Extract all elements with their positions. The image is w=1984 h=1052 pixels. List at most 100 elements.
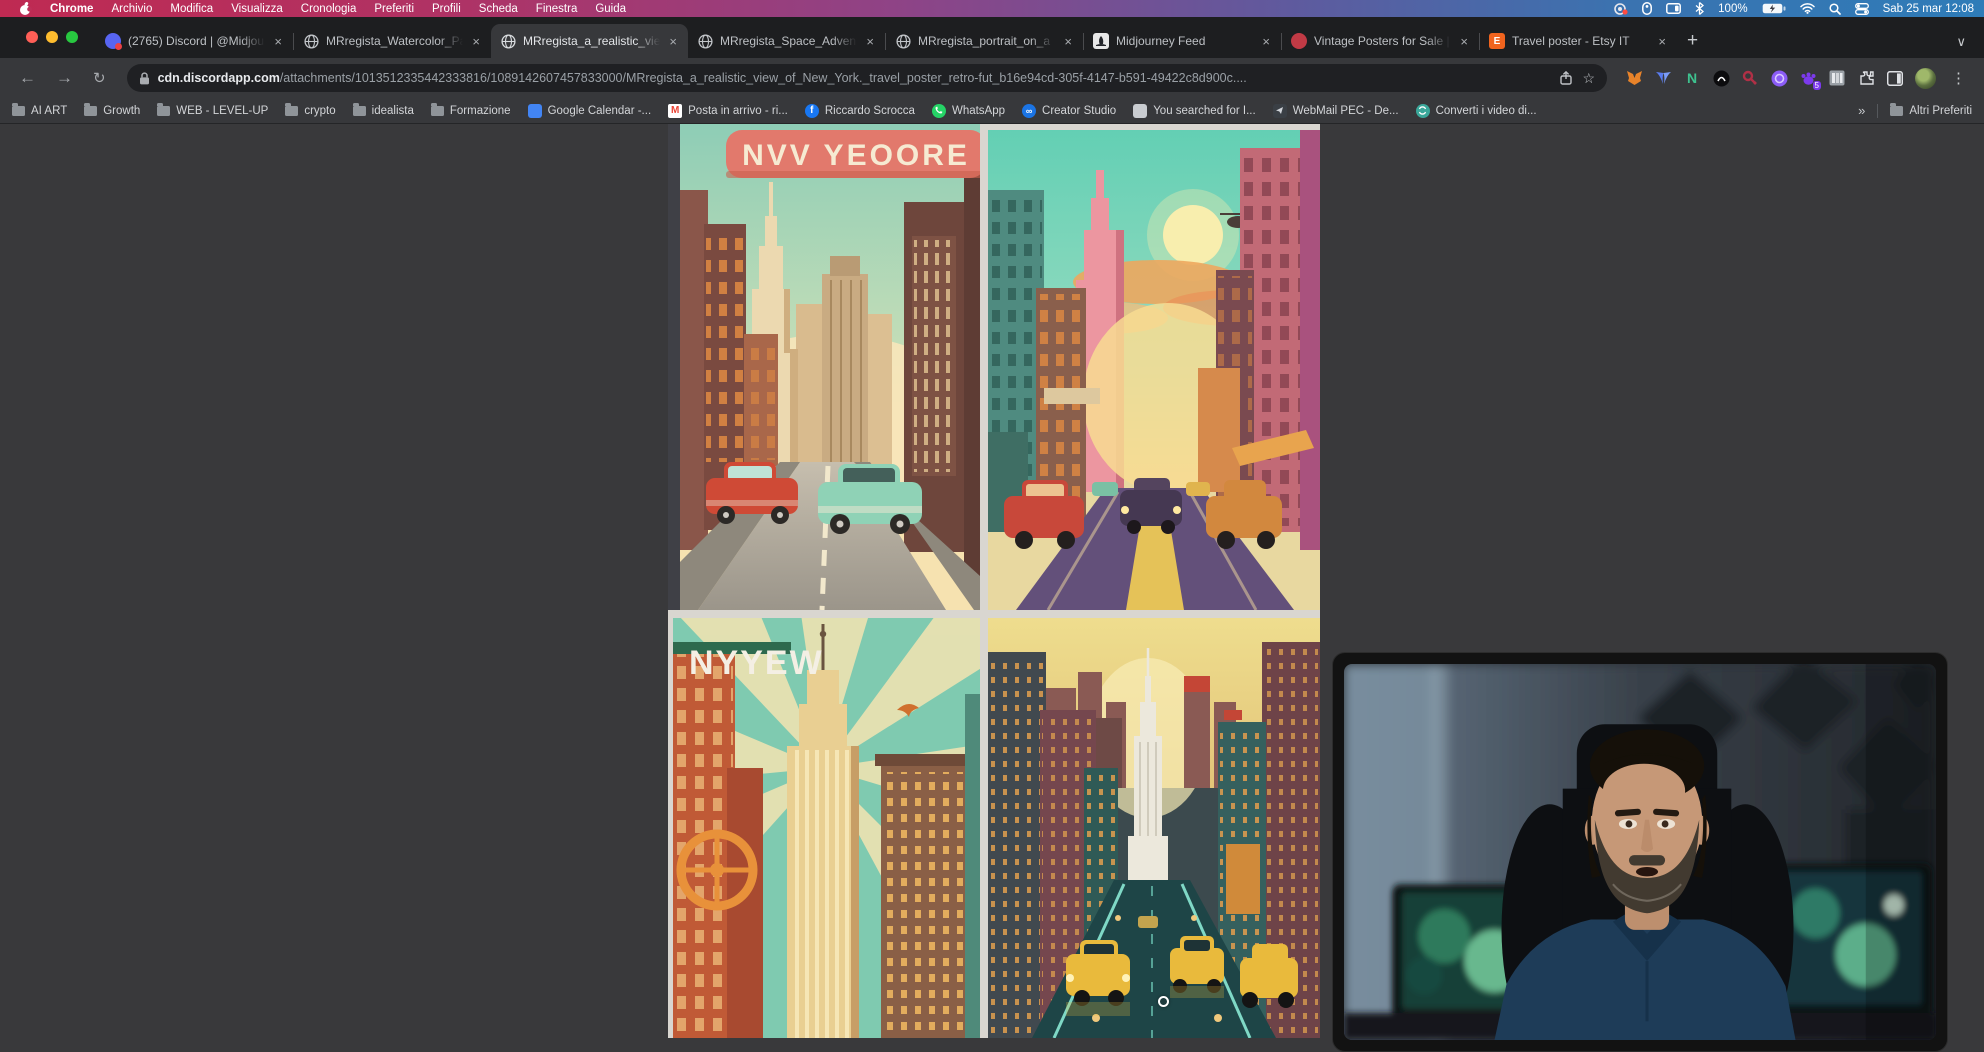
tab-title: MRregista_portrait_on_a [918, 34, 1055, 48]
shield-icon[interactable] [1642, 2, 1652, 15]
bookmark-folder-formazione[interactable]: Formazione [431, 105, 511, 117]
spotlight-icon[interactable] [1829, 3, 1841, 15]
new-tab-button[interactable]: + [1677, 30, 1712, 58]
tab-close-icon[interactable]: × [272, 34, 284, 49]
bookmarks-overflow-button[interactable]: » [1858, 103, 1865, 118]
bookmark-label: Posta in arrivo - ri... [688, 105, 788, 117]
convert-icon [1416, 104, 1430, 118]
poster-top-right [988, 124, 1320, 610]
tab-close-icon[interactable]: × [1062, 34, 1074, 49]
wifi-icon[interactable] [1800, 3, 1815, 14]
metamask-extension-icon[interactable] [1625, 69, 1643, 87]
paw-extension-icon[interactable]: 5 [1799, 69, 1817, 87]
address-bar[interactable]: cdn.discordapp.com/attachments/101351233… [127, 64, 1607, 92]
bookmark-folder-crypto[interactable]: crypto [285, 105, 335, 117]
extensions-puzzle-icon[interactable] [1857, 69, 1875, 87]
folder-icon [285, 106, 298, 116]
menu-modifica[interactable]: Modifica [161, 3, 222, 15]
minimize-window-button[interactable] [46, 31, 58, 43]
bookmark-creator-studio[interactable]: ∞Creator Studio [1022, 104, 1116, 118]
tab-midjourney-feed[interactable]: Midjourney Feed × [1084, 24, 1281, 58]
tab-close-icon[interactable]: × [1458, 34, 1470, 49]
tab-discord[interactable]: (2765) Discord | @Midjou × [96, 24, 293, 58]
poster-bottom-right [988, 618, 1320, 1038]
folder-icon [353, 106, 366, 116]
bookmark-other-favorites[interactable]: Altri Preferiti [1890, 105, 1972, 117]
profile-avatar[interactable] [1915, 68, 1936, 89]
bookmark-star-icon[interactable]: ☆ [1582, 70, 1595, 87]
search-tabs-button[interactable]: ∨ [1956, 34, 1984, 58]
control-center-icon[interactable] [1855, 3, 1869, 15]
tab-portrait[interactable]: MRregista_portrait_on_a × [886, 24, 1083, 58]
poster-title-text: NVV YEOORE [742, 139, 970, 172]
tab-title: Midjourney Feed [1116, 34, 1253, 48]
bookmark-label: Riccardo Scrocca [825, 105, 915, 117]
close-window-button[interactable] [26, 31, 38, 43]
menu-profili[interactable]: Profili [423, 3, 470, 15]
menu-guida[interactable]: Guida [586, 3, 635, 15]
bookmark-folder-idealista[interactable]: idealista [353, 105, 414, 117]
purple-circle-extension-icon[interactable] [1770, 69, 1788, 87]
screen-record-icon[interactable] [1614, 3, 1628, 15]
extension-badge: 5 [1813, 81, 1821, 90]
menu-preferiti[interactable]: Preferiti [365, 3, 423, 15]
poster-bottom-left: NYYEW [668, 618, 980, 1038]
share-icon[interactable] [1560, 71, 1572, 85]
tab-close-icon[interactable]: × [470, 34, 482, 49]
tab-close-icon[interactable]: × [864, 34, 876, 49]
menubar-clock[interactable]: Sab 25 mar 12:08 [1883, 3, 1974, 15]
bookmark-label: Google Calendar -... [548, 105, 652, 117]
url-path: /attachments/1013512335442333816/1089142… [280, 71, 1247, 85]
folder-icon [431, 106, 444, 116]
bookmark-label: crypto [304, 105, 335, 117]
key-extension-icon[interactable] [1741, 69, 1759, 87]
tab-close-icon[interactable]: × [1260, 34, 1272, 49]
bookmark-gmail[interactable]: MPosta in arrivo - ri... [668, 104, 788, 118]
apple-menu[interactable] [10, 2, 41, 16]
globe-favicon [500, 33, 516, 49]
bookmark-google-calendar[interactable]: Google Calendar -... [528, 104, 652, 118]
bookmark-converti-video[interactable]: Converti i video di... [1416, 104, 1537, 118]
chrome-tab-strip: (2765) Discord | @Midjou × MRregista_Wat… [0, 17, 1984, 58]
bookmark-label: Creator Studio [1042, 105, 1116, 117]
display-icon[interactable] [1666, 3, 1681, 14]
tab-title: MRregista_Watercolor_Pa [326, 34, 463, 48]
bookmark-facebook[interactable]: f Riccardo Scrocca [805, 104, 915, 118]
tab-close-icon[interactable]: × [667, 34, 679, 49]
page-icon [1133, 104, 1147, 118]
forward-button[interactable]: → [49, 68, 80, 88]
bookmark-webmail-pec[interactable]: WebMail PEC - De... [1273, 104, 1399, 118]
chrome-menu-button[interactable]: ⋮ [1947, 69, 1968, 87]
menu-finestra[interactable]: Finestra [527, 3, 587, 15]
bookmark-folder-web-level-up[interactable]: WEB - LEVEL-UP [157, 105, 268, 117]
tab-title: MRregista_a_realistic_vie [523, 34, 660, 48]
side-panel-icon[interactable] [1886, 69, 1904, 87]
grid-extension-icon[interactable] [1828, 69, 1846, 87]
menu-cronologia[interactable]: Cronologia [292, 3, 366, 15]
bookmark-you-searched[interactable]: You searched for I... [1133, 104, 1256, 118]
zoom-window-button[interactable] [66, 31, 78, 43]
tab-watercolor[interactable]: MRregista_Watercolor_Pa × [294, 24, 491, 58]
bookmark-folder-ai-art[interactable]: AI ART [12, 105, 67, 117]
notion-extension-icon[interactable]: N [1683, 69, 1701, 87]
tab-etsy[interactable]: E Travel poster - Etsy IT × [1480, 24, 1677, 58]
window-controls [26, 31, 78, 43]
bookmark-whatsapp[interactable]: WhatsApp [932, 104, 1005, 118]
bluetooth-icon[interactable] [1695, 2, 1704, 15]
tab-space-adventure[interactable]: MRregista_Space_Advent × [688, 24, 885, 58]
bookmark-folder-growth[interactable]: Growth [84, 105, 140, 117]
tab-realistic-view-active[interactable]: MRregista_a_realistic_vie × [491, 24, 688, 58]
url-text: cdn.discordapp.com/attachments/101351233… [158, 71, 1551, 85]
menu-app-name[interactable]: Chrome [41, 3, 102, 15]
tab-vintage-posters[interactable]: Vintage Posters for Sale | × [1282, 24, 1479, 58]
reload-button[interactable]: ↻ [86, 69, 113, 87]
menu-visualizza[interactable]: Visualizza [222, 3, 292, 15]
tab-close-icon[interactable]: × [1656, 34, 1668, 49]
back-button[interactable]: ← [12, 68, 43, 88]
lock-icon[interactable] [139, 72, 150, 85]
facebook-icon: f [805, 104, 819, 118]
dark-circle-extension-icon[interactable] [1712, 69, 1730, 87]
wings-extension-icon[interactable] [1654, 69, 1672, 87]
menu-archivio[interactable]: Archivio [102, 3, 161, 15]
menu-scheda[interactable]: Scheda [470, 3, 527, 15]
